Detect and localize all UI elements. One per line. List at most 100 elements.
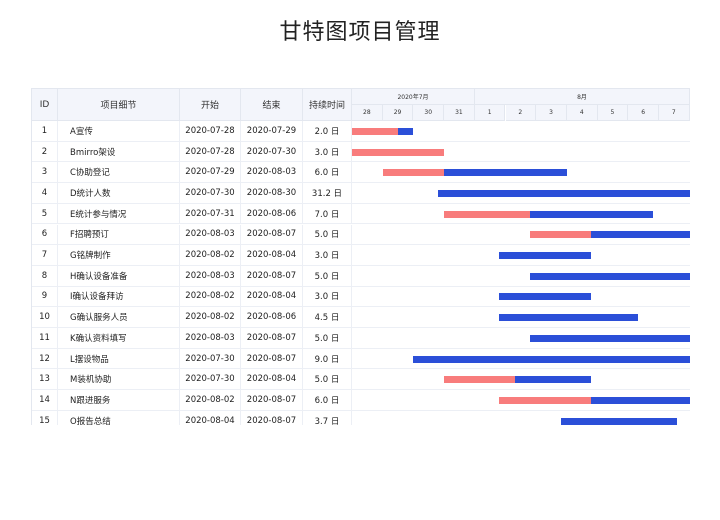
cell-end: 2020-08-07 (241, 390, 303, 411)
cell-duration: 6.0 日 (303, 162, 352, 184)
day-header: 6 (628, 105, 659, 121)
gantt-bar-remaining (499, 252, 592, 260)
month-header-july: 2020年7月 (352, 89, 475, 105)
cell-start: 2020-07-29 (180, 162, 241, 184)
cell-end: 2020-08-07 (241, 265, 303, 287)
cell-detail: G确认服务人员 (58, 307, 180, 328)
cell-duration: 3.0 日 (303, 286, 352, 308)
header-detail: 项目细节 (58, 89, 180, 121)
cell-id: 12 (32, 348, 58, 370)
gantt-bar-completed (499, 396, 592, 404)
cell-id: 13 (32, 369, 58, 391)
gantt-bar-completed (382, 169, 445, 177)
cell-end: 2020-08-04 (241, 369, 303, 391)
gantt-bar-remaining (530, 210, 653, 218)
gantt-bar-completed (444, 210, 531, 218)
day-header: 4 (566, 105, 598, 121)
cell-end: 2020-08-03 (241, 162, 303, 184)
day-header: 28 (352, 105, 383, 121)
header-id: ID (32, 89, 58, 121)
gantt-bar-remaining (514, 376, 592, 384)
cell-detail: N跟进服务 (58, 390, 180, 411)
cell-detail: A宣传 (58, 121, 180, 142)
cell-detail: I确认设备拜访 (58, 286, 180, 308)
cell-end: 2020-08-30 (241, 183, 303, 204)
gantt-bar-remaining (499, 293, 592, 301)
cell-detail: F招聘预订 (58, 224, 180, 246)
cell-detail: K确认资料填写 (58, 328, 180, 349)
cell-start: 2020-07-30 (180, 183, 241, 204)
cell-id: 1 (32, 121, 58, 142)
cell-duration: 4.5 日 (303, 307, 352, 328)
cell-end: 2020-08-04 (241, 286, 303, 308)
cell-start: 2020-08-04 (180, 410, 241, 425)
cell-duration: 5.0 日 (303, 224, 352, 246)
cell-end: 2020-08-07 (241, 410, 303, 425)
cell-start: 2020-08-02 (180, 245, 241, 266)
cell-duration: 6.0 日 (303, 390, 352, 411)
day-header: 29 (382, 105, 414, 121)
cell-start: 2020-07-28 (180, 141, 241, 163)
cell-id: 3 (32, 162, 58, 184)
cell-start: 2020-08-03 (180, 265, 241, 287)
cell-id: 14 (32, 390, 58, 411)
cell-end: 2020-08-07 (241, 328, 303, 349)
cell-id: 10 (32, 307, 58, 328)
gantt-bar-completed (444, 376, 515, 384)
gantt-bar-completed (352, 148, 445, 156)
cell-id: 7 (32, 245, 58, 266)
day-header: 30 (413, 105, 445, 121)
cell-duration: 5.0 日 (303, 328, 352, 349)
cell-id: 6 (32, 224, 58, 246)
cell-id: 8 (32, 265, 58, 287)
cell-detail: D统计人数 (58, 183, 180, 204)
gantt-bar-remaining (560, 417, 678, 425)
cell-end: 2020-07-30 (241, 141, 303, 163)
gantt-bar-remaining (530, 334, 690, 342)
gantt-bar-remaining (499, 314, 638, 322)
month-header-august: 8月 (475, 89, 690, 105)
day-header: 7 (659, 105, 690, 121)
cell-end: 2020-08-04 (241, 245, 303, 266)
cell-duration: 9.0 日 (303, 348, 352, 370)
gantt-table: ID 项目细节 开始 结束 持续时间 2020年7月 8月 28 29 30 31 1 2… (31, 88, 690, 425)
gantt-bar-remaining (444, 169, 567, 177)
day-header: 2 (505, 105, 537, 121)
cell-start: 2020-08-03 (180, 224, 241, 246)
header-start: 开始 (180, 89, 241, 121)
cell-start: 2020-07-28 (180, 121, 241, 142)
day-header: 31 (444, 105, 475, 121)
gantt-bar-remaining (591, 396, 690, 404)
cell-start: 2020-08-02 (180, 307, 241, 328)
cell-start: 2020-08-02 (180, 390, 241, 411)
cell-id: 15 (32, 410, 58, 425)
cell-duration: 31.2 日 (303, 183, 352, 204)
cell-start: 2020-07-30 (180, 369, 241, 391)
cell-duration: 2.0 日 (303, 121, 352, 142)
cell-duration: 3.7 日 (303, 410, 352, 425)
cell-start: 2020-08-03 (180, 328, 241, 349)
cell-duration: 3.0 日 (303, 141, 352, 163)
header-duration: 持续时间 (303, 89, 352, 121)
cell-start: 2020-07-31 (180, 203, 241, 225)
gantt-bar-remaining (530, 272, 690, 280)
cell-id: 4 (32, 183, 58, 204)
cell-detail: O报告总结 (58, 410, 180, 425)
cell-id: 11 (32, 328, 58, 349)
header-end: 结束 (241, 89, 303, 121)
cell-detail: M装机协助 (58, 369, 180, 391)
day-header: 3 (536, 105, 567, 121)
cell-start: 2020-07-30 (180, 348, 241, 370)
cell-id: 9 (32, 286, 58, 308)
cell-detail: G铭牌制作 (58, 245, 180, 266)
gantt-bar-completed (530, 231, 592, 239)
cell-duration: 5.0 日 (303, 265, 352, 287)
cell-detail: Bmirro架设 (58, 141, 180, 163)
cell-id: 5 (32, 203, 58, 225)
cell-end: 2020-08-07 (241, 224, 303, 246)
cell-start: 2020-08-02 (180, 286, 241, 308)
cell-end: 2020-08-06 (241, 203, 303, 225)
gantt-bar-remaining (413, 355, 690, 363)
gantt-bar-completed (352, 127, 399, 135)
cell-duration: 5.0 日 (303, 369, 352, 391)
